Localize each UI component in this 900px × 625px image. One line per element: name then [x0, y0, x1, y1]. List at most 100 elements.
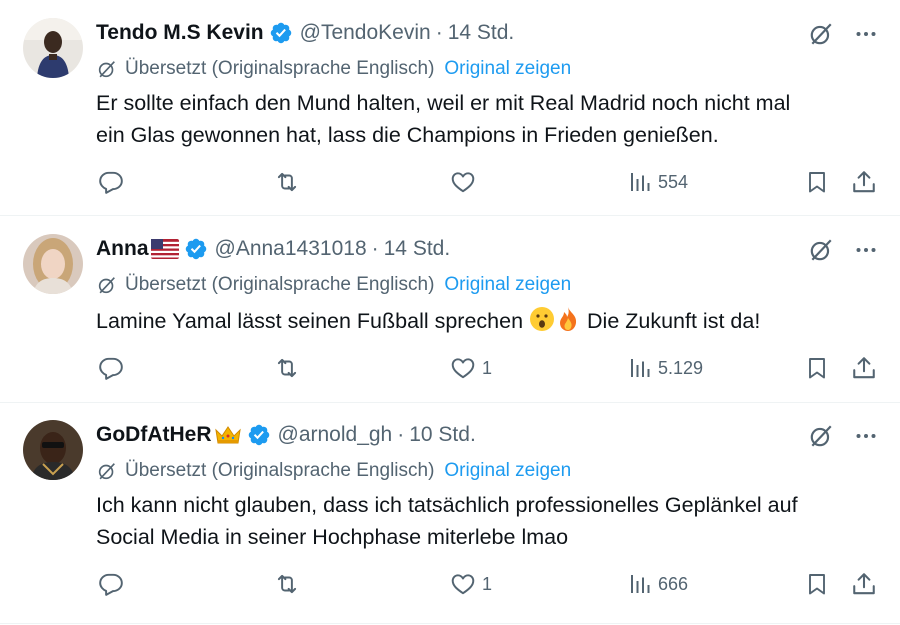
tweet-text: Ich kann nicht glauben, dass ich tatsäch… [96, 489, 876, 553]
like-count: 1 [482, 573, 493, 594]
fire-icon [560, 307, 577, 331]
verified-badge-icon [184, 237, 208, 261]
retweet-icon [274, 169, 300, 195]
translate-icon [96, 460, 118, 482]
separator: · [371, 237, 379, 260]
translated-label: Übersetzt (Originalsprache Englisch) [125, 58, 435, 79]
translation-note: Übersetzt (Originalsprache Englisch) Ori… [96, 56, 571, 82]
tweet-text-part: Die Zukunft ist da! [587, 309, 761, 333]
author-name[interactable]: Anna [96, 237, 149, 261]
action-bar: 554 [0, 167, 900, 197]
reply-button[interactable] [98, 569, 130, 599]
show-original-link[interactable]: Original zeigen [444, 274, 571, 296]
verified-badge-icon [247, 423, 271, 447]
share-button[interactable] [851, 569, 877, 599]
show-original-link[interactable]: Original zeigen [444, 460, 571, 482]
divider [0, 623, 900, 624]
retweet-button[interactable] [274, 353, 306, 383]
bookmark-button[interactable] [805, 569, 829, 599]
verified-badge-icon [269, 21, 293, 45]
views-count: 554 [658, 171, 689, 192]
bookmark-icon [805, 356, 829, 380]
tweet-text-line: Er sollte einfach den Mund halten, weil … [96, 91, 791, 115]
astonished-face-icon [530, 307, 555, 331]
more-icon[interactable] [854, 424, 878, 448]
tweet-text-line: Social Media in seiner Hochphase miterle… [96, 525, 569, 549]
tweet-text-part: Lamine Yamal lässt seinen Fußball sprech… [96, 309, 524, 333]
views-count: 666 [658, 573, 689, 594]
grok-icon[interactable] [808, 21, 834, 47]
grok-icon[interactable] [808, 423, 834, 449]
more-icon[interactable] [854, 22, 878, 46]
retweet-button[interactable] [274, 569, 306, 599]
tweet-text: Er sollte einfach den Mund halten, weil … [96, 87, 876, 151]
like-button[interactable]: 1 [450, 353, 492, 383]
tweet-2[interactable]: Anna @Anna1431018 · 14 Std. Übersetzt (O… [0, 216, 900, 403]
grok-icon[interactable] [808, 237, 834, 263]
views-button[interactable]: 5.129 [628, 353, 703, 383]
timestamp[interactable]: 14 Std. [384, 237, 451, 261]
reply-icon [98, 355, 124, 381]
translated-label: Übersetzt (Originalsprache Englisch) [125, 460, 435, 481]
reply-icon [98, 169, 124, 195]
timestamp[interactable]: 10 Std. [409, 423, 476, 447]
separator: · [435, 21, 443, 44]
us-flag-icon [150, 239, 179, 259]
show-original-link[interactable]: Original zeigen [444, 58, 571, 80]
timestamp[interactable]: 14 Std. [448, 21, 515, 45]
views-count: 5.129 [658, 357, 704, 378]
separator: · [397, 423, 405, 446]
author-name[interactable]: Tendo M.S Kevin [96, 21, 264, 45]
like-button[interactable]: 1 [450, 569, 492, 599]
share-button[interactable] [851, 167, 877, 197]
views-icon [628, 170, 652, 194]
avatar[interactable] [23, 234, 83, 294]
like-icon [450, 571, 476, 597]
avatar[interactable] [23, 18, 83, 78]
bookmark-button[interactable] [805, 353, 829, 383]
bookmark-button[interactable] [805, 167, 829, 197]
like-count: 1 [482, 357, 493, 378]
retweet-button[interactable] [274, 167, 306, 197]
share-icon [851, 571, 877, 597]
translation-note: Übersetzt (Originalsprache Englisch) Ori… [96, 458, 571, 484]
tweet-text-line: ein Glas gewonnen hat, lass die Champion… [96, 123, 719, 147]
bookmark-icon [805, 572, 829, 596]
bookmark-icon [805, 170, 829, 194]
tweet-text-line: Ich kann nicht glauben, dass ich tatsäch… [96, 493, 798, 517]
crown-icon [214, 426, 241, 444]
more-icon[interactable] [854, 238, 878, 262]
tweet-3[interactable]: GoDfAtHeR @arnold_gh · 10 Std. Übersetzt… [0, 403, 900, 625]
action-bar: 1 666 [0, 569, 900, 599]
translate-icon [96, 274, 118, 296]
translation-note: Übersetzt (Originalsprache Englisch) Ori… [96, 272, 571, 298]
share-icon [851, 169, 877, 195]
views-icon [628, 572, 652, 596]
translate-icon [96, 58, 118, 80]
retweet-icon [274, 571, 300, 597]
tweet-text: Lamine Yamal lässt seinen Fußball sprech… [96, 305, 876, 337]
avatar[interactable] [23, 420, 83, 480]
author-name[interactable]: GoDfAtHeR [96, 423, 212, 447]
views-icon [628, 356, 652, 380]
like-icon [450, 169, 476, 195]
tweet-header: Anna @Anna1431018 · 14 Std. [96, 234, 450, 264]
author-handle[interactable]: @Anna1431018 [215, 237, 367, 261]
views-button[interactable]: 554 [628, 167, 688, 197]
tweet-header: Tendo M.S Kevin @TendoKevin · 14 Std. [96, 18, 514, 48]
author-handle[interactable]: @TendoKevin [300, 21, 431, 45]
share-icon [851, 355, 877, 381]
like-icon [450, 355, 476, 381]
like-button[interactable] [450, 167, 482, 197]
retweet-icon [274, 355, 300, 381]
reply-icon [98, 571, 124, 597]
reply-button[interactable] [98, 353, 130, 383]
reply-button[interactable] [98, 167, 130, 197]
tweet-header: GoDfAtHeR @arnold_gh · 10 Std. [96, 420, 476, 450]
views-button[interactable]: 666 [628, 569, 688, 599]
author-handle[interactable]: @arnold_gh [278, 423, 393, 447]
tweet-1[interactable]: Tendo M.S Kevin @TendoKevin · 14 Std. Üb… [0, 0, 900, 216]
translated-label: Übersetzt (Originalsprache Englisch) [125, 274, 435, 295]
share-button[interactable] [851, 353, 877, 383]
action-bar: 1 5.129 [0, 353, 900, 383]
